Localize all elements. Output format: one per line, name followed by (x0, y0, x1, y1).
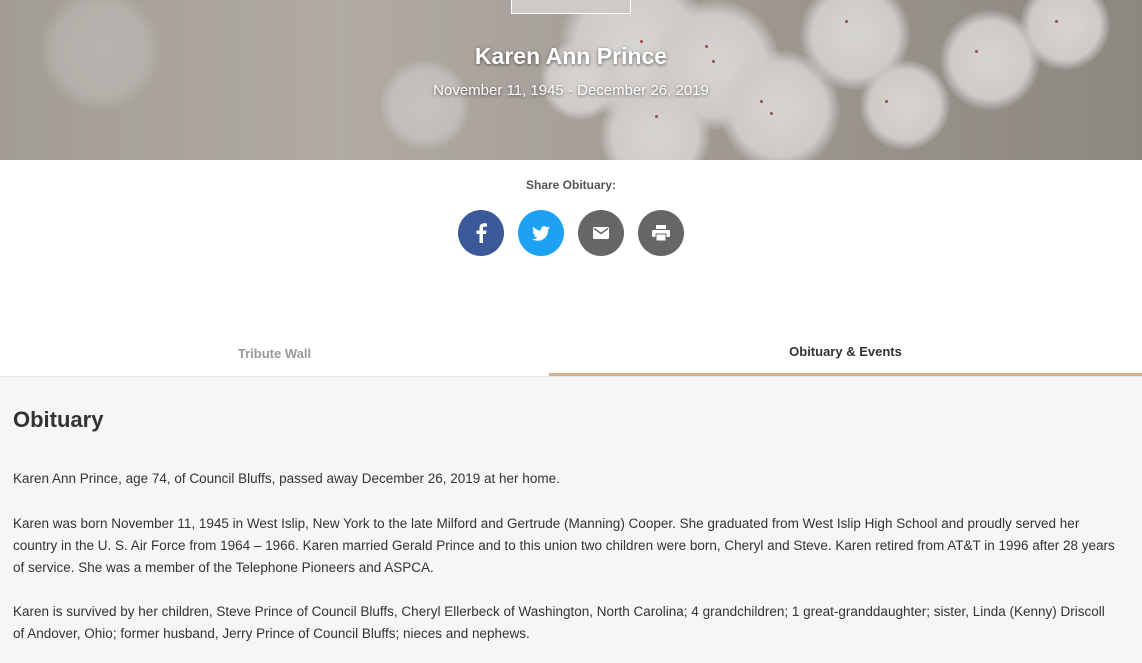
profile-photo (511, 0, 631, 14)
tab-bar: Tribute Wall Obituary & Events (0, 330, 1142, 377)
deceased-name: Karen Ann Prince (474, 43, 668, 69)
obituary-paragraph: Karen was born November 11, 1945 in West… (13, 516, 1115, 575)
print-share-button[interactable] (638, 210, 684, 256)
email-icon (593, 227, 609, 239)
share-label: Share Obituary: (525, 178, 617, 192)
obituary-heading: Obituary (13, 407, 104, 432)
print-icon (652, 225, 670, 241)
obituary-page: { "hero": { "name": "Karen Ann Prince", … (0, 0, 1142, 663)
twitter-share-button[interactable] (518, 210, 564, 256)
tab-tribute-wall[interactable]: Tribute Wall (0, 330, 549, 376)
twitter-icon (532, 225, 550, 241)
life-dates: November 11, 1945 - December 26, 2019 (433, 82, 709, 99)
tab-obituary-events[interactable]: Obituary & Events (549, 330, 1142, 376)
facebook-icon (475, 223, 487, 243)
hero-banner: Karen Ann Prince November 11, 1945 - Dec… (0, 0, 1142, 160)
email-share-button[interactable] (578, 210, 624, 256)
obituary-section: Obituary Karen Ann Prince, age 74, of Co… (0, 377, 1142, 663)
facebook-share-button[interactable] (458, 210, 504, 256)
obituary-paragraph: Karen is survived by her children, Steve… (13, 604, 1105, 641)
obituary-paragraph: Karen Ann Prince, age 74, of Council Blu… (13, 471, 560, 486)
